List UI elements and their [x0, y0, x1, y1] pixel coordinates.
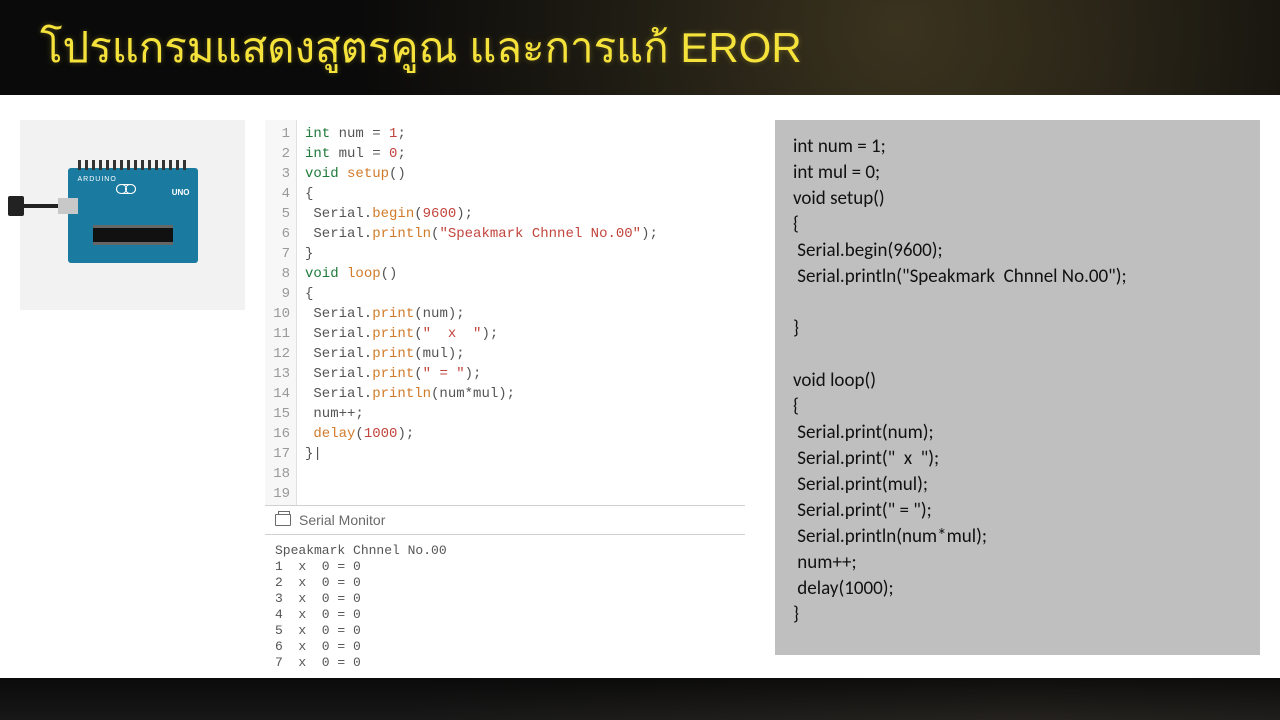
code-line[interactable]: Serial.println("Speakmark Chnnel No.00")… [305, 224, 737, 244]
code-line[interactable]: int mul = 0; [305, 144, 737, 164]
usb-cable-icon [8, 196, 78, 216]
right-column: int num = 1; int mul = 0; void setup() {… [775, 120, 1260, 678]
mcu-chip-icon [93, 225, 173, 245]
code-block: int num = 1; int mul = 0; void setup() {… [775, 120, 1260, 655]
code-line[interactable]: void setup() [305, 164, 737, 184]
serial-output: Speakmark Chnnel No.00 1 x 0 = 0 2 x 0 =… [265, 535, 745, 679]
code-line[interactable]: { [305, 184, 737, 204]
code-line[interactable]: num++; [305, 404, 737, 424]
code-lines[interactable]: int num = 1;int mul = 0;void setup(){ Se… [297, 120, 745, 505]
serial-monitor-icon [275, 514, 291, 526]
code-line[interactable]: Serial.print(" x "); [305, 324, 737, 344]
board-brand: ARDUINO [78, 176, 117, 183]
board-model: UNO [172, 188, 190, 197]
editor-column: 12345678910111213141516171819 int num = … [265, 120, 745, 678]
arduino-logo-icon [116, 184, 136, 194]
slide-content: ARDUINO UNO 1234567891011121314151617181… [0, 95, 1280, 678]
serial-monitor-title: Serial Monitor [299, 512, 385, 528]
code-line[interactable]: }| [305, 444, 737, 464]
code-line[interactable]: Serial.print(" = "); [305, 364, 737, 384]
code-line[interactable]: void loop() [305, 264, 737, 284]
code-line[interactable]: delay(1000); [305, 424, 737, 444]
arduino-board-icon: ARDUINO UNO [68, 168, 198, 263]
arduino-preview: ARDUINO UNO [20, 120, 245, 310]
slide-header: โปรแกรมแสดงสูตรคูณ และการแก้ EROR [0, 0, 1280, 95]
code-line[interactable]: Serial.print(mul); [305, 344, 737, 364]
code-editor[interactable]: 12345678910111213141516171819 int num = … [265, 120, 745, 505]
line-gutter: 12345678910111213141516171819 [265, 120, 297, 505]
code-line[interactable]: Serial.print(num); [305, 304, 737, 324]
code-line[interactable]: { [305, 284, 737, 304]
slide-footer [0, 678, 1280, 720]
code-line[interactable]: Serial.println(num*mul); [305, 384, 737, 404]
code-line[interactable]: Serial.begin(9600); [305, 204, 737, 224]
code-line[interactable]: int num = 1; [305, 124, 737, 144]
serial-monitor-header[interactable]: Serial Monitor [265, 505, 745, 535]
code-line[interactable]: } [305, 244, 737, 264]
slide-title: โปรแกรมแสดงสูตรคูณ และการแก้ EROR [40, 15, 802, 81]
